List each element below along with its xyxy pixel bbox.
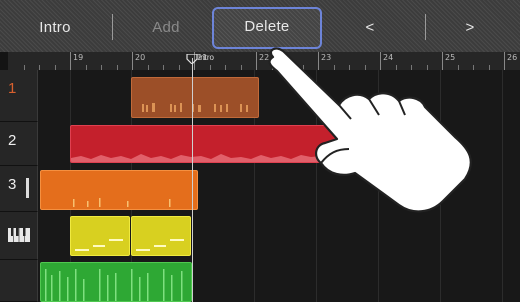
pattern-clip[interactable] <box>70 216 130 256</box>
piano-keys-icon <box>8 228 30 242</box>
toolbar-divider <box>425 14 426 40</box>
intro-button[interactable]: Intro <box>20 8 90 48</box>
next-marker-button[interactable]: > <box>440 8 500 48</box>
playhead-marker-icon <box>186 54 198 64</box>
ruler-bar-number: 26 <box>507 53 518 62</box>
track-header-2[interactable]: 2 <box>0 122 38 166</box>
delete-button[interactable]: Delete <box>212 7 322 49</box>
track-number: 3 <box>8 176 17 193</box>
ruler-bar-line <box>70 52 71 70</box>
track-number: 2 <box>8 132 17 149</box>
multitrack-app: Intro Add Delete < > Intro 19 20 21 22 23 24 2… <box>0 0 520 302</box>
ruler-bar-number: 21 <box>197 53 208 62</box>
track-level-bar <box>26 178 29 198</box>
ruler-bar-line <box>132 52 133 70</box>
ruler-bar-line <box>504 52 505 70</box>
previous-marker-button[interactable]: < <box>340 8 400 48</box>
waveform <box>45 269 183 301</box>
grid-line <box>502 70 503 302</box>
audio-clip[interactable] <box>40 170 198 210</box>
playhead[interactable] <box>192 58 193 302</box>
waveform <box>73 198 171 207</box>
track-header-3[interactable]: 3 <box>0 166 38 212</box>
track-header-4[interactable] <box>0 212 38 260</box>
toolbar-divider <box>112 14 113 40</box>
audio-clip[interactable] <box>131 77 259 118</box>
pattern-notes <box>136 239 184 251</box>
track-header-1[interactable]: 1 <box>0 70 38 122</box>
track-number: 1 <box>8 80 17 97</box>
ruler-bar-number: 20 <box>135 53 146 62</box>
audio-clip[interactable] <box>40 262 192 302</box>
pattern-notes <box>75 239 123 251</box>
waveform <box>142 103 248 112</box>
pattern-clip[interactable] <box>131 216 191 256</box>
ruler-bar-number: 19 <box>73 53 84 62</box>
track-header-5[interactable] <box>0 260 38 302</box>
add-button[interactable]: Add <box>126 8 206 48</box>
pointing-hand-icon <box>268 47 472 213</box>
